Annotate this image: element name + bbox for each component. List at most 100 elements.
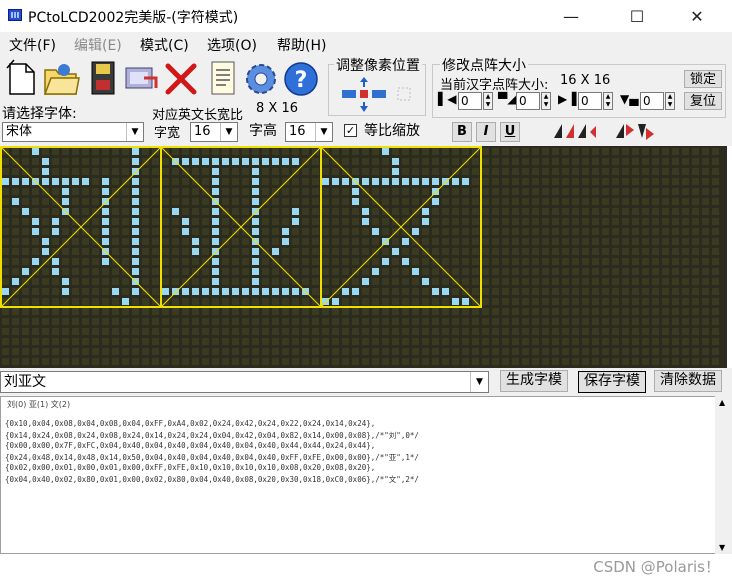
pixel-off[interactable] — [52, 248, 59, 255]
pixel-off[interactable] — [672, 238, 679, 245]
pixel-off[interactable] — [572, 248, 579, 255]
pixel-off[interactable] — [92, 228, 99, 235]
pixel-off[interactable] — [712, 288, 719, 295]
menu-edit[interactable]: 编辑(E) — [74, 35, 122, 55]
pixel-off[interactable] — [592, 198, 599, 205]
pixel-off[interactable] — [2, 358, 9, 365]
pixel-off[interactable] — [572, 288, 579, 295]
pixel-off[interactable] — [302, 188, 309, 195]
pixel-on[interactable] — [282, 228, 289, 235]
pixel-off[interactable] — [202, 198, 209, 205]
pixel-off[interactable] — [162, 328, 169, 335]
pixel-off[interactable] — [672, 148, 679, 155]
pixel-off[interactable] — [452, 328, 459, 335]
pixel-off[interactable] — [12, 298, 19, 305]
pixel-off[interactable] — [372, 288, 379, 295]
pixel-off[interactable] — [542, 318, 549, 325]
pixel-off[interactable] — [692, 238, 699, 245]
pixel-off[interactable] — [492, 178, 499, 185]
pixel-off[interactable] — [172, 348, 179, 355]
pixel-off[interactable] — [702, 178, 709, 185]
pixel-on[interactable] — [172, 208, 179, 215]
dot-matrix-svg[interactable] — [0, 146, 727, 368]
pixel-off[interactable] — [242, 258, 249, 265]
pixel-off[interactable] — [462, 258, 469, 265]
pixel-off[interactable] — [592, 338, 599, 345]
pixel-off[interactable] — [672, 158, 679, 165]
pixel-off[interactable] — [182, 178, 189, 185]
pixel-off[interactable] — [222, 238, 229, 245]
pixel-off[interactable] — [392, 198, 399, 205]
pixel-off[interactable] — [22, 188, 29, 195]
pixel-off[interactable] — [142, 178, 149, 185]
pixel-on[interactable] — [212, 248, 219, 255]
pixel-off[interactable] — [142, 338, 149, 345]
pixel-off[interactable] — [642, 358, 649, 365]
pixel-off[interactable] — [112, 208, 119, 215]
pixel-off[interactable] — [532, 318, 539, 325]
pixel-off[interactable] — [562, 198, 569, 205]
pixel-off[interactable] — [612, 188, 619, 195]
pixel-off[interactable] — [452, 318, 459, 325]
pixel-off[interactable] — [422, 348, 429, 355]
pixel-off[interactable] — [42, 318, 49, 325]
pixel-off[interactable] — [312, 208, 319, 215]
pixel-on[interactable] — [32, 258, 39, 265]
pixel-off[interactable] — [162, 248, 169, 255]
pixel-off[interactable] — [302, 268, 309, 275]
pixel-off[interactable] — [322, 168, 329, 175]
pixel-off[interactable] — [672, 178, 679, 185]
pixel-off[interactable] — [22, 228, 29, 235]
pixel-off[interactable] — [112, 158, 119, 165]
pixel-off[interactable] — [502, 268, 509, 275]
pixel-off[interactable] — [82, 258, 89, 265]
pixel-off[interactable] — [342, 198, 349, 205]
pixel-on[interactable] — [322, 298, 329, 305]
pixel-off[interactable] — [142, 258, 149, 265]
pixel-off[interactable] — [512, 308, 519, 315]
pixel-off[interactable] — [92, 308, 99, 315]
pixel-off[interactable] — [632, 298, 639, 305]
menu-mode[interactable]: 模式(C) — [140, 35, 189, 55]
pixel-off[interactable] — [702, 148, 709, 155]
pixel-off[interactable] — [592, 148, 599, 155]
pixel-off[interactable] — [392, 318, 399, 325]
pixel-off[interactable] — [72, 288, 79, 295]
pixel-off[interactable] — [512, 158, 519, 165]
pixel-off[interactable] — [2, 268, 9, 275]
pixel-off[interactable] — [652, 208, 659, 215]
pixel-on[interactable] — [432, 188, 439, 195]
pixel-off[interactable] — [102, 348, 109, 355]
pixel-off[interactable] — [352, 298, 359, 305]
pixel-off[interactable] — [122, 208, 129, 215]
pixel-off[interactable] — [552, 248, 559, 255]
pixel-off[interactable] — [152, 208, 159, 215]
pixel-off[interactable] — [342, 348, 349, 355]
pixel-off[interactable] — [592, 288, 599, 295]
pixel-off[interactable] — [582, 208, 589, 215]
pixel-off[interactable] — [222, 348, 229, 355]
pixel-off[interactable] — [42, 298, 49, 305]
pixel-off[interactable] — [92, 298, 99, 305]
pixel-off[interactable] — [592, 328, 599, 335]
pixel-off[interactable] — [592, 228, 599, 235]
pixel-on[interactable] — [332, 298, 339, 305]
pixel-off[interactable] — [692, 358, 699, 365]
pixel-off[interactable] — [342, 268, 349, 275]
pixel-off[interactable] — [552, 168, 559, 175]
pixel-off[interactable] — [472, 328, 479, 335]
pixel-off[interactable] — [542, 288, 549, 295]
pixel-off[interactable] — [122, 358, 129, 365]
pixel-off[interactable] — [202, 258, 209, 265]
pixel-off[interactable] — [682, 168, 689, 175]
pixel-on[interactable] — [212, 178, 219, 185]
pixel-off[interactable] — [522, 248, 529, 255]
pixel-off[interactable] — [332, 198, 339, 205]
pixel-off[interactable] — [32, 328, 39, 335]
pixel-off[interactable] — [642, 308, 649, 315]
pixel-off[interactable] — [202, 208, 209, 215]
pixel-off[interactable] — [232, 148, 239, 155]
pixel-off[interactable] — [212, 318, 219, 325]
pixel-off[interactable] — [472, 188, 479, 195]
pixel-off[interactable] — [272, 188, 279, 195]
